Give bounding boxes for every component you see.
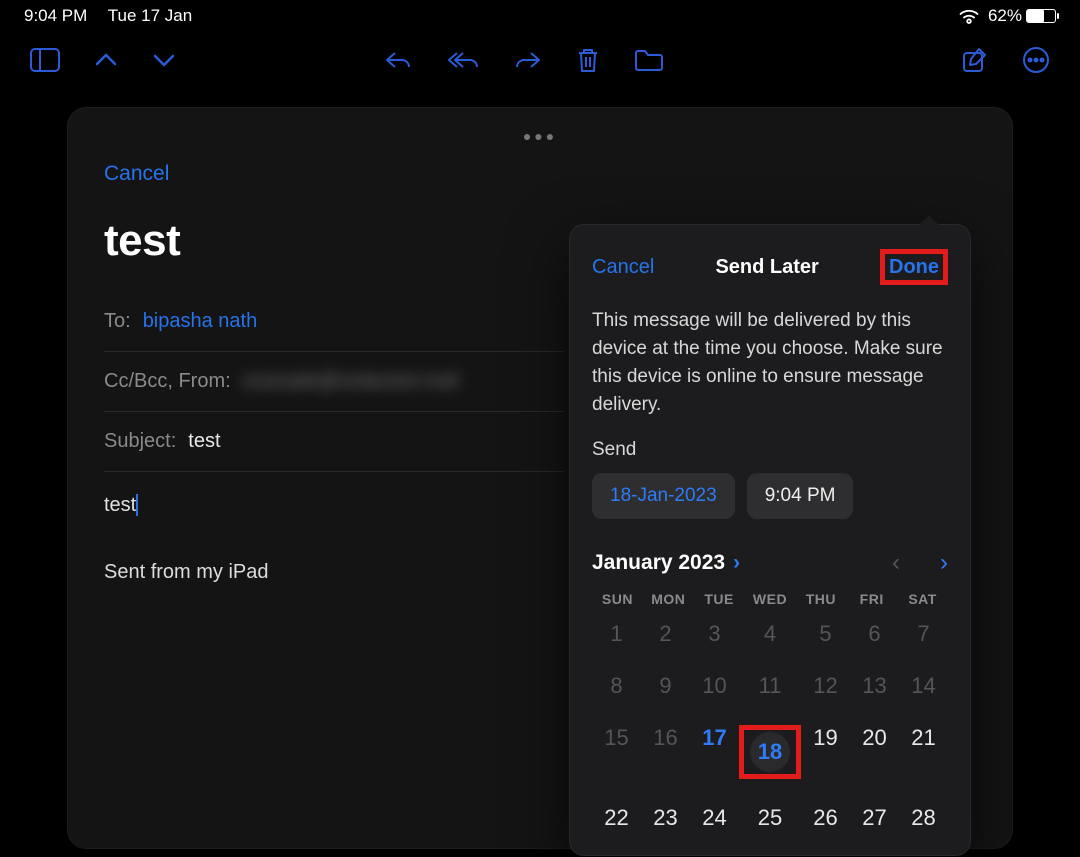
to-value: bipasha nath bbox=[143, 310, 258, 333]
compose-cancel-button[interactable]: Cancel bbox=[104, 162, 169, 186]
calendar-day: 2 bbox=[641, 617, 690, 651]
calendar-day: 4 bbox=[739, 617, 801, 651]
send-time-pill[interactable]: 9:04 PM bbox=[747, 473, 854, 519]
prev-month-button[interactable]: ‹ bbox=[892, 549, 900, 577]
popover-cancel-button[interactable]: Cancel bbox=[592, 256, 654, 279]
status-date: Tue 17 Jan bbox=[108, 6, 192, 25]
calendar-day[interactable]: 19 bbox=[801, 721, 850, 783]
calendar-day: 13 bbox=[850, 669, 899, 703]
nav-up-icon[interactable] bbox=[94, 52, 118, 68]
calendar-day[interactable]: 26 bbox=[801, 801, 850, 835]
calendar-month-button[interactable]: January 2023 › bbox=[592, 551, 740, 575]
calendar-day: 16 bbox=[641, 721, 690, 783]
battery-pct: 62% bbox=[988, 6, 1022, 26]
next-month-button[interactable]: › bbox=[940, 549, 948, 577]
from-value-redacted: example@redacted.mail bbox=[243, 370, 459, 393]
status-bar: 9:04 PM Tue 17 Jan 62% bbox=[0, 0, 1080, 26]
chevron-right-icon: › bbox=[733, 551, 740, 575]
compose-icon[interactable] bbox=[962, 47, 988, 73]
calendar-day: 5 bbox=[801, 617, 850, 651]
folder-icon[interactable] bbox=[634, 48, 664, 72]
calendar-day: 7 bbox=[899, 617, 948, 651]
calendar-dow-header: SUNMONTUEWEDTHUFRISAT bbox=[592, 591, 948, 607]
forward-icon[interactable] bbox=[514, 49, 542, 71]
calendar-day: 14 bbox=[899, 669, 948, 703]
reply-all-icon[interactable] bbox=[446, 49, 480, 71]
calendar-day-selected[interactable]: 18 bbox=[739, 721, 801, 783]
calendar-day: 11 bbox=[739, 669, 801, 703]
ccbcc-label: Cc/Bcc, From: bbox=[104, 370, 231, 393]
to-label: To: bbox=[104, 310, 131, 333]
grabber-dots-icon[interactable]: ●●● bbox=[68, 128, 1012, 144]
popover-done-button[interactable]: Done bbox=[889, 256, 939, 278]
battery-indicator: 62% bbox=[988, 6, 1056, 26]
calendar-day[interactable]: 25 bbox=[739, 801, 801, 835]
calendar-day: 6 bbox=[850, 617, 899, 651]
subject-field[interactable]: Subject: test bbox=[104, 412, 564, 472]
status-time: 9:04 PM bbox=[24, 6, 87, 25]
calendar-day: 1 bbox=[592, 617, 641, 651]
calendar-day[interactable]: 17 bbox=[690, 721, 739, 783]
calendar-day[interactable]: 27 bbox=[850, 801, 899, 835]
calendar-day: 9 bbox=[641, 669, 690, 703]
calendar-day: 8 bbox=[592, 669, 641, 703]
calendar-day: 3 bbox=[690, 617, 739, 651]
send-date-pill[interactable]: 18-Jan-2023 bbox=[592, 473, 735, 519]
calendar-day[interactable]: 21 bbox=[899, 721, 948, 783]
popover-title: Send Later bbox=[715, 256, 818, 279]
ccbcc-field[interactable]: Cc/Bcc, From: example@redacted.mail bbox=[104, 352, 564, 412]
wifi-icon bbox=[958, 8, 980, 24]
calendar-day[interactable]: 22 bbox=[592, 801, 641, 835]
calendar-day: 12 bbox=[801, 669, 850, 703]
reply-icon[interactable] bbox=[384, 49, 412, 71]
calendar-day: 10 bbox=[690, 669, 739, 703]
calendar-grid: 1234567891011121314151617181920212223242… bbox=[592, 617, 948, 835]
nav-down-icon[interactable] bbox=[152, 52, 176, 68]
calendar-day[interactable]: 20 bbox=[850, 721, 899, 783]
more-icon[interactable] bbox=[1022, 46, 1050, 74]
calendar-day: 15 bbox=[592, 721, 641, 783]
popover-description: This message will be delivered by this d… bbox=[592, 307, 948, 419]
calendar-day[interactable]: 23 bbox=[641, 801, 690, 835]
to-field[interactable]: To: bipasha nath bbox=[104, 292, 564, 352]
highlight-done: Done bbox=[880, 249, 948, 285]
subject-label: Subject: bbox=[104, 430, 176, 453]
sidebar-toggle-icon[interactable] bbox=[30, 48, 60, 72]
send-later-popover: Cancel Send Later Done This message will… bbox=[570, 225, 970, 855]
mail-toolbar bbox=[0, 26, 1080, 84]
calendar-day[interactable]: 28 bbox=[899, 801, 948, 835]
trash-icon[interactable] bbox=[576, 47, 600, 73]
subject-value: test bbox=[188, 430, 220, 453]
send-label: Send bbox=[592, 439, 948, 461]
calendar-day[interactable]: 24 bbox=[690, 801, 739, 835]
